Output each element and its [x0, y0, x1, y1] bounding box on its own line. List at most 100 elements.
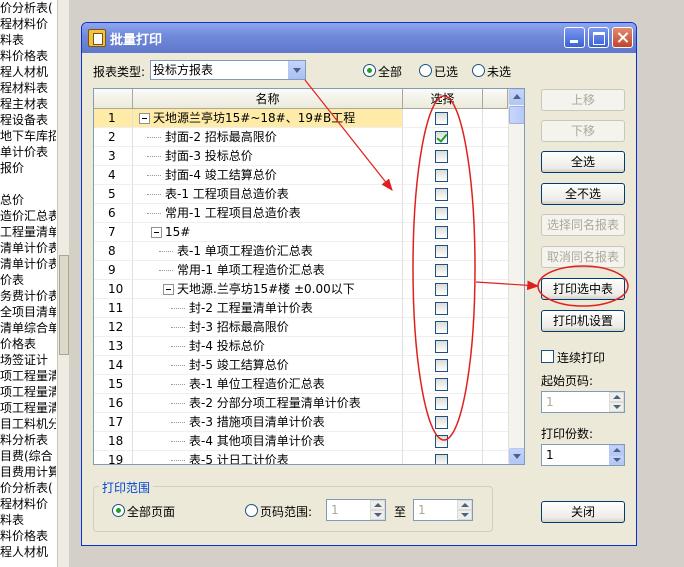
row-select-checkbox[interactable]: [435, 226, 448, 239]
row-select-checkbox[interactable]: [435, 397, 448, 410]
row-name-cell[interactable]: 封-5 竣工结算总价: [133, 356, 403, 375]
copies-spinner[interactable]: 1: [541, 444, 625, 466]
table-row[interactable]: 7 15#: [94, 223, 508, 242]
page-range-radio[interactable]: [245, 504, 258, 517]
report-grid[interactable]: 名称 选择 1 天地源兰亭坊15#~18#、19#B工程 2 封面-2 招标最高限价 3…: [93, 88, 525, 465]
minimize-button[interactable]: [564, 27, 585, 48]
close-window-button[interactable]: [612, 27, 633, 48]
range-from-spinner[interactable]: 1: [326, 499, 386, 521]
row-select-checkbox[interactable]: [435, 131, 448, 144]
row-name-cell[interactable]: 封面-3 投标总价: [133, 147, 403, 166]
chevron-down-icon[interactable]: [288, 61, 305, 79]
table-row[interactable]: 5 表-1 工程项目总造价表: [94, 185, 508, 204]
row-name-cell[interactable]: 表-4 其他项目清单计价表: [133, 432, 403, 451]
title-bar[interactable]: 批量打印: [82, 23, 636, 53]
header-name[interactable]: 名称: [133, 89, 403, 109]
row-name-cell[interactable]: 封面-2 招标最高限价: [133, 128, 403, 147]
row-name-cell[interactable]: 表-2 分部分项工程量清单计价表: [133, 394, 403, 413]
table-row[interactable]: 19 表-5 计日工计价表: [94, 451, 508, 464]
printer-settings-button[interactable]: 打印机设置: [541, 310, 625, 332]
spin-down-icon[interactable]: [609, 402, 624, 412]
scroll-thumb[interactable]: [509, 106, 524, 124]
row-select-checkbox[interactable]: [435, 340, 448, 353]
table-row[interactable]: 1 天地源兰亭坊15#~18#、19#B工程: [94, 109, 508, 128]
scroll-down-icon[interactable]: [509, 448, 524, 464]
row-name-cell[interactable]: 封面-4 竣工结算总价: [133, 166, 403, 185]
filter-all-radio[interactable]: [363, 64, 376, 77]
report-type-select[interactable]: 投标方报表: [150, 60, 306, 80]
range-to-spinner[interactable]: 1: [413, 499, 473, 521]
close-button[interactable]: 关闭: [541, 501, 625, 523]
row-name-cell[interactable]: 15#: [133, 223, 403, 242]
table-row[interactable]: 6 常用-1 工程项目总造价表: [94, 204, 508, 223]
scroll-up-icon[interactable]: [509, 89, 524, 105]
filter-selected-radio[interactable]: [419, 64, 432, 77]
row-select-checkbox[interactable]: [435, 112, 448, 125]
start-page-spinner[interactable]: 1: [541, 391, 625, 413]
spin-down-icon[interactable]: [609, 455, 624, 465]
table-row[interactable]: 15 表-1 单位工程造价汇总表: [94, 375, 508, 394]
table-row[interactable]: 10 天地源.兰亭坊15#楼 ±0.00以下: [94, 280, 508, 299]
row-name-cell[interactable]: 表-5 计日工计价表: [133, 451, 403, 464]
row-select-checkbox[interactable]: [435, 169, 448, 182]
continuous-print-checkbox[interactable]: [541, 350, 554, 363]
row-select-checkbox[interactable]: [435, 188, 448, 201]
spin-up-icon[interactable]: [457, 500, 472, 510]
spin-up-icon[interactable]: [370, 500, 385, 510]
move-down-button[interactable]: 下移: [541, 120, 625, 142]
grid-scrollbar[interactable]: [508, 89, 524, 464]
background-scrollbar[interactable]: [57, 0, 69, 567]
row-name-cell[interactable]: 表-1 单项工程造价汇总表: [133, 242, 403, 261]
spin-down-icon[interactable]: [457, 510, 472, 520]
row-name-cell[interactable]: 常用-1 工程项目总造价表: [133, 204, 403, 223]
move-up-button[interactable]: 上移: [541, 89, 625, 111]
table-row[interactable]: 8 表-1 单项工程造价汇总表: [94, 242, 508, 261]
row-select-checkbox[interactable]: [435, 435, 448, 448]
row-select-checkbox[interactable]: [435, 378, 448, 391]
row-name-cell[interactable]: 封-3 招标最高限价: [133, 318, 403, 337]
row-name-cell[interactable]: 表-1 单位工程造价汇总表: [133, 375, 403, 394]
row-select-checkbox[interactable]: [435, 245, 448, 258]
collapse-icon[interactable]: [151, 227, 162, 238]
table-row[interactable]: 12 封-3 招标最高限价: [94, 318, 508, 337]
table-row[interactable]: 14 封-5 竣工结算总价: [94, 356, 508, 375]
row-name-cell[interactable]: 天地源.兰亭坊15#楼 ±0.00以下: [133, 280, 403, 299]
filter-unselected-radio[interactable]: [472, 64, 485, 77]
row-name-cell[interactable]: 封-4 投标总价: [133, 337, 403, 356]
select-same-name-button[interactable]: 选择同名报表: [541, 214, 625, 236]
row-select-checkbox[interactable]: [435, 321, 448, 334]
row-name-cell[interactable]: 封-2 工程量清单计价表: [133, 299, 403, 318]
table-row[interactable]: 2 封面-2 招标最高限价: [94, 128, 508, 147]
row-name-cell[interactable]: 常用-1 单项工程造价汇总表: [133, 261, 403, 280]
row-select-checkbox[interactable]: [435, 150, 448, 163]
header-select[interactable]: 选择: [403, 89, 483, 109]
row-select-checkbox[interactable]: [435, 264, 448, 277]
print-selected-button[interactable]: 打印选中表: [541, 278, 625, 300]
table-row[interactable]: 9 常用-1 单项工程造价汇总表: [94, 261, 508, 280]
table-row[interactable]: 16 表-2 分部分项工程量清单计价表: [94, 394, 508, 413]
row-select-checkbox[interactable]: [435, 416, 448, 429]
select-none-button[interactable]: 全不选: [541, 183, 625, 205]
table-row[interactable]: 18 表-4 其他项目清单计价表: [94, 432, 508, 451]
table-row[interactable]: 11 封-2 工程量清单计价表: [94, 299, 508, 318]
spin-up-icon[interactable]: [609, 445, 624, 455]
maximize-button[interactable]: [588, 27, 609, 48]
row-name-cell[interactable]: 天地源兰亭坊15#~18#、19#B工程: [133, 109, 403, 128]
spin-down-icon[interactable]: [370, 510, 385, 520]
row-select-checkbox[interactable]: [435, 359, 448, 372]
row-name-cell[interactable]: 表-3 措施项目清单计价表: [133, 413, 403, 432]
table-row[interactable]: 4 封面-4 竣工结算总价: [94, 166, 508, 185]
row-select-checkbox[interactable]: [435, 302, 448, 315]
row-select-checkbox[interactable]: [435, 207, 448, 220]
table-row[interactable]: 3 封面-3 投标总价: [94, 147, 508, 166]
collapse-icon[interactable]: [139, 113, 150, 124]
row-select-checkbox[interactable]: [435, 283, 448, 296]
row-name-cell[interactable]: 表-1 工程项目总造价表: [133, 185, 403, 204]
table-row[interactable]: 13 封-4 投标总价: [94, 337, 508, 356]
spin-up-icon[interactable]: [609, 392, 624, 402]
all-pages-radio[interactable]: [112, 504, 125, 517]
select-all-button[interactable]: 全选: [541, 151, 625, 173]
background-scroll-thumb[interactable]: [59, 255, 69, 355]
cancel-same-name-button[interactable]: 取消同名报表: [541, 246, 625, 268]
table-row[interactable]: 17 表-3 措施项目清单计价表: [94, 413, 508, 432]
